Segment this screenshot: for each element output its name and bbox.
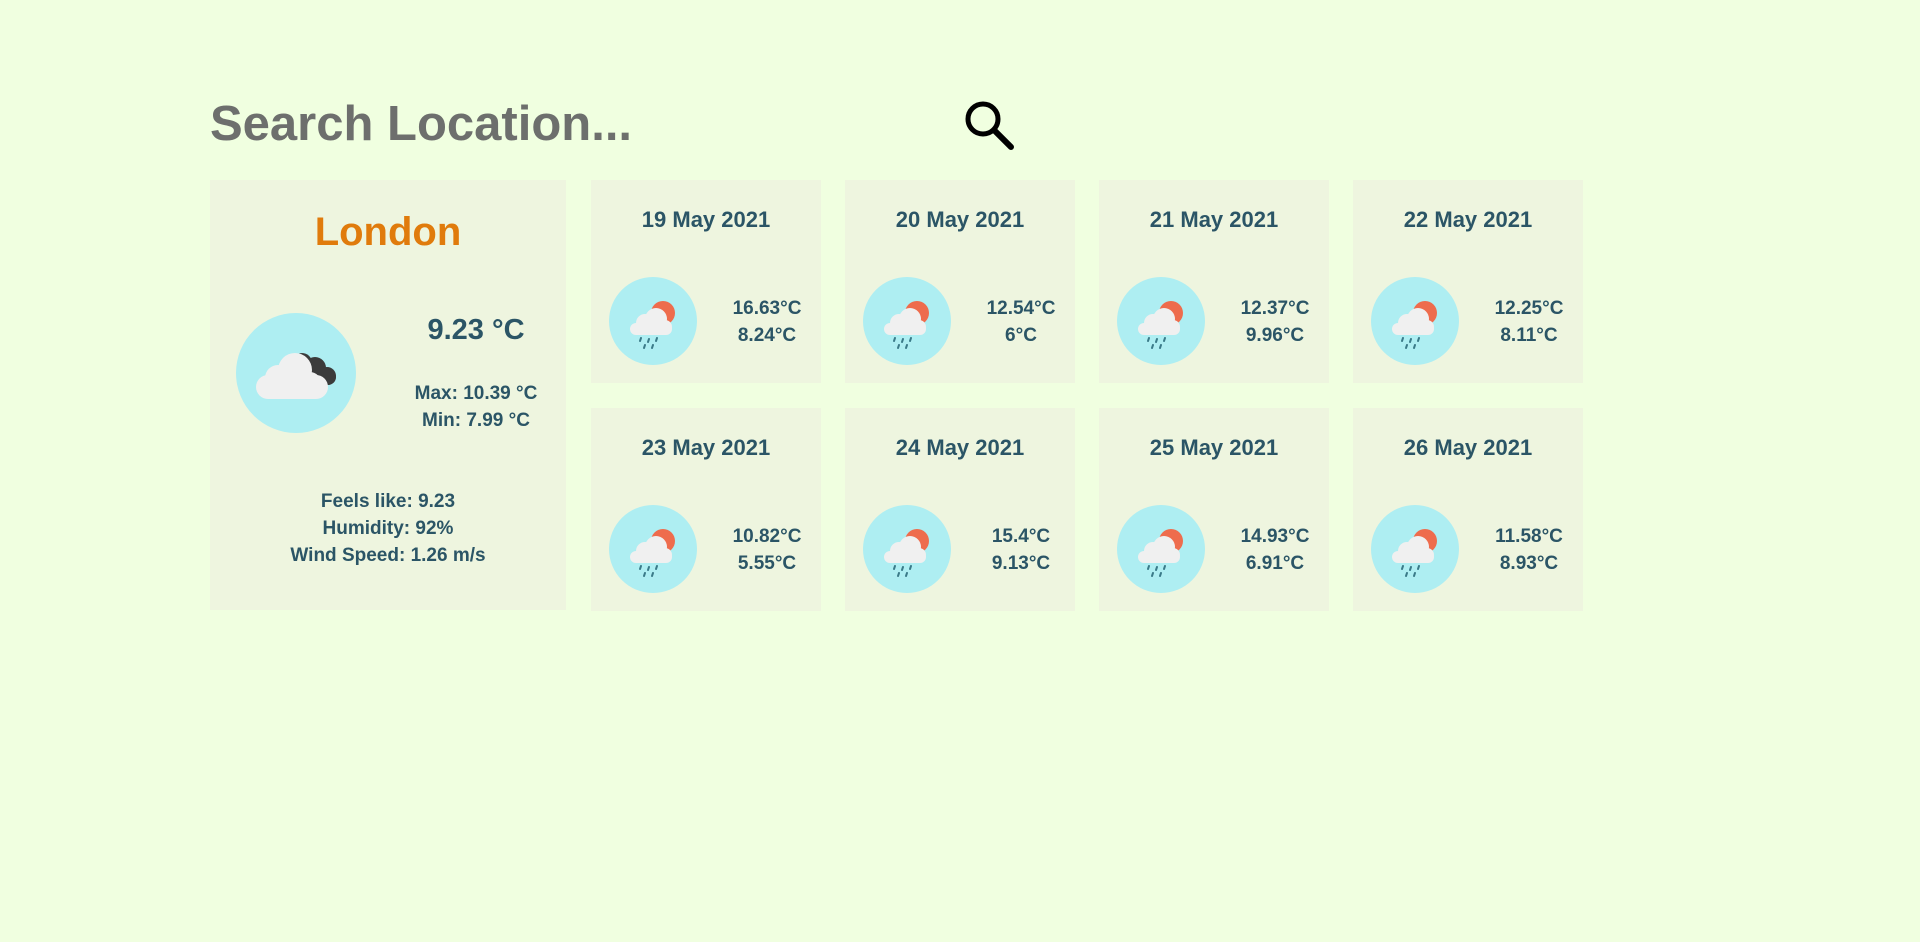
forecast-temperatures: 11.58°C 8.93°C (1469, 523, 1589, 577)
forecast-date: 24 May 2021 (895, 435, 1025, 460)
forecast-card: 26 May 2021 11.58°C 8.93°C (1353, 408, 1583, 611)
forecast-temperatures: 12.37°C 9.96°C (1215, 295, 1335, 349)
forecast-max: 14.93°C (1240, 526, 1310, 547)
rain-sun-icon (609, 505, 697, 593)
forecast-max: 15.4°C (991, 526, 1051, 547)
rain-sun-icon (1117, 505, 1205, 593)
forecast-min: 6.91°C (1245, 553, 1305, 574)
forecast-min: 5.55°C (737, 553, 797, 574)
forecast-card: 20 May 2021 12.54°C 6°C (845, 180, 1075, 383)
forecast-max: 12.37°C (1240, 298, 1310, 319)
forecast-card: 22 May 2021 12.25°C 8.11°C (1353, 180, 1583, 383)
forecast-date: 26 May 2021 (1403, 435, 1533, 460)
forecast-min: 6°C (1005, 325, 1037, 346)
forecast-card: 19 May 2021 16.63°C 8.24°C (591, 180, 821, 383)
rain-sun-icon (1371, 277, 1459, 365)
forecast-temperatures: 16.63°C 8.24°C (707, 295, 827, 349)
current-details: Feels like: 9.23 Humidity: 92% Wind Spee… (210, 488, 566, 569)
forecast-max: 10.82°C (732, 526, 802, 547)
forecast-date: 25 May 2021 (1149, 435, 1279, 460)
forecast-max: 12.54°C (986, 298, 1056, 319)
forecast-date: 20 May 2021 (895, 207, 1025, 232)
max-temperature: Max: 10.39 °C (414, 383, 538, 404)
forecast-temperatures: 14.93°C 6.91°C (1215, 523, 1335, 577)
search-bar (210, 92, 1030, 156)
rain-sun-icon (863, 505, 951, 593)
current-weather-card: London 9.23 °C Max: 10.39 °C Min: 7.99 °… (210, 180, 566, 610)
forecast-date: 22 May 2021 (1403, 207, 1533, 232)
rain-sun-icon (609, 277, 697, 365)
rain-sun-icon (863, 277, 951, 365)
current-temperature: 9.23 °C (427, 314, 525, 346)
min-temperature: Min: 7.99 °C (422, 410, 530, 431)
forecast-min: 8.93°C (1499, 553, 1559, 574)
forecast-card: 23 May 2021 10.82°C 5.55°C (591, 408, 821, 611)
forecast-card: 21 May 2021 12.37°C 9.96°C (1099, 180, 1329, 383)
forecast-temperatures: 15.4°C 9.13°C (961, 523, 1081, 577)
forecast-card: 25 May 2021 14.93°C 6.91°C (1099, 408, 1329, 611)
rain-sun-icon (1117, 277, 1205, 365)
forecast-date: 23 May 2021 (641, 435, 771, 460)
humidity: Humidity: 92% (322, 518, 454, 539)
current-min-max: Max: 10.39 °C Min: 7.99 °C (396, 380, 556, 434)
forecast-card: 24 May 2021 15.4°C 9.13°C (845, 408, 1075, 611)
forecast-max: 16.63°C (732, 298, 802, 319)
forecast-date: 21 May 2021 (1149, 207, 1279, 232)
forecast-temperatures: 10.82°C 5.55°C (707, 523, 827, 577)
cloudy-icon (236, 313, 356, 433)
wind-speed: Wind Speed: 1.26 m/s (290, 545, 486, 566)
city-name: London (314, 210, 462, 254)
forecast-max: 11.58°C (1495, 526, 1563, 547)
forecast-min: 9.13°C (991, 553, 1051, 574)
forecast-min: 8.24°C (737, 325, 797, 346)
forecast-date: 19 May 2021 (641, 207, 771, 232)
feels-like: Feels like: 9.23 (320, 491, 456, 512)
search-icon[interactable] (962, 98, 1018, 154)
search-input[interactable] (210, 96, 950, 152)
forecast-max: 12.25°C (1494, 298, 1564, 319)
rain-sun-icon (1371, 505, 1459, 593)
forecast-min: 8.11°C (1500, 325, 1558, 346)
forecast-temperatures: 12.25°C 8.11°C (1469, 295, 1589, 349)
forecast-temperatures: 12.54°C 6°C (961, 295, 1081, 349)
forecast-min: 9.96°C (1245, 325, 1305, 346)
